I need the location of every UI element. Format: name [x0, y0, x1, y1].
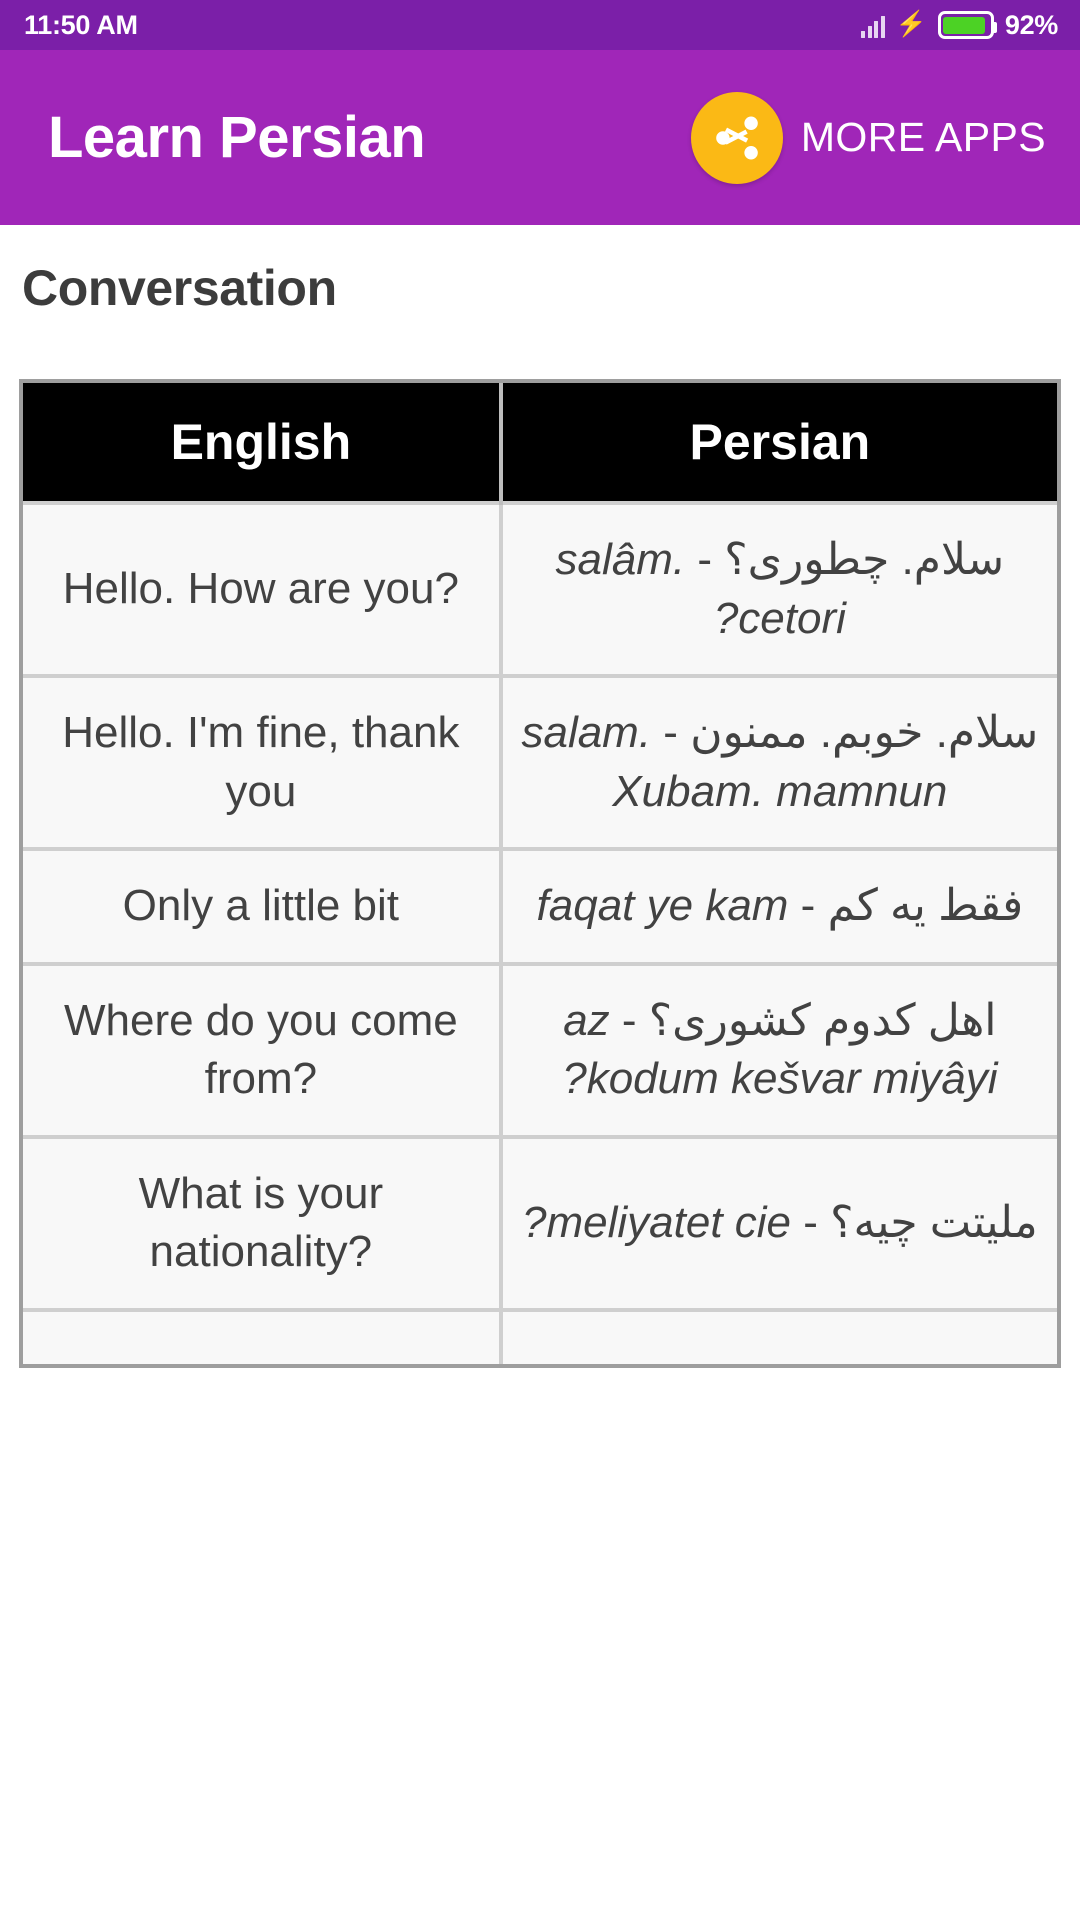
persian-script: اهل کدوم کشوری؟ — [648, 995, 997, 1045]
column-header-english: English — [23, 383, 503, 503]
signal-bars-icon — [861, 13, 885, 38]
persian-separator: - — [791, 1197, 818, 1247]
persian-script: ملیتت چیه؟ — [830, 1197, 1038, 1247]
cell-persian: اهل کدوم کشوری؟ - az kodum kešvar miyâyi… — [500, 961, 1057, 1137]
persian-separator: - — [609, 995, 637, 1045]
persian-separator: - — [685, 535, 713, 584]
table-row[interactable]: Where do you come from? اهل کدوم کشوری؟ … — [23, 961, 1057, 1137]
persian-script: سلام. خوبم. ممنون — [690, 708, 1039, 758]
app-title: Learn Persian — [48, 105, 426, 170]
persian-script: فقط یه کم — [827, 881, 1024, 931]
vocab-table-container[interactable]: English Persian Hello. How are you? سلام… — [19, 379, 1061, 1368]
cell-english — [23, 1307, 503, 1364]
main-content: Conversation English Persian Hello. How … — [0, 225, 1080, 1368]
more-apps-button[interactable]: MORE APPS — [801, 114, 1054, 161]
page-title: Conversation — [22, 260, 337, 316]
status-bar-indicators: ⚡ 92% — [861, 10, 1058, 41]
cell-english: Only a little bit — [23, 847, 503, 964]
table-row-partial[interactable] — [23, 1307, 1057, 1364]
cell-english: Hello. How are you? — [23, 500, 503, 677]
status-bar-clock: 11:50 AM — [24, 9, 138, 40]
app-bar-actions: MORE APPS — [690, 91, 1054, 184]
persian-separator: - — [788, 881, 816, 931]
persian-transliteration: faqat ye kam — [536, 881, 789, 931]
table-row[interactable]: Hello. I'm fine, thank you سلام. خوبم. م… — [23, 674, 1057, 850]
cell-persian — [500, 1307, 1057, 1364]
battery-icon — [937, 11, 997, 39]
cell-english: What is your nationality? — [23, 1134, 503, 1310]
table-header-row: English Persian — [23, 383, 1057, 503]
persian-transliteration: meliyatet cie? — [522, 1197, 792, 1247]
table-row[interactable]: Only a little bit فقط یه کم - faqat ye k… — [23, 847, 1057, 964]
charging-bolt-icon: ⚡ — [895, 9, 927, 38]
persian-script: سلام. چطوری؟ — [724, 535, 1005, 584]
table-header: English Persian — [23, 383, 1057, 503]
battery-percent-label: 92% — [1004, 9, 1058, 40]
status-bar: 11:50 AM ⚡ 92% — [0, 0, 1080, 50]
cell-english: Hello. I'm fine, thank you — [23, 674, 503, 850]
cell-persian: فقط یه کم - faqat ye kam — [500, 847, 1057, 964]
cell-persian: سلام. چطوری؟ - salâm. cetori? — [500, 500, 1057, 677]
cell-persian: ملیتت چیه؟ - meliyatet cie? — [500, 1134, 1057, 1310]
table-row[interactable]: Hello. How are you? سلام. چطوری؟ - salâm… — [23, 500, 1057, 677]
column-header-persian: Persian — [500, 383, 1057, 503]
share-button[interactable] — [690, 91, 783, 184]
cell-english: Where do you come from? — [23, 961, 503, 1137]
table-body: Hello. How are you? سلام. چطوری؟ - salâm… — [23, 500, 1057, 1364]
app-bar: Learn Persian MORE APPS — [0, 50, 1080, 225]
viewport-clip — [0, 1395, 1080, 1920]
cell-persian: سلام. خوبم. ممنون - salam. Xubam. mamnun — [500, 674, 1057, 850]
vocab-table: English Persian Hello. How are you? سلام… — [23, 383, 1057, 1364]
share-icon — [716, 116, 758, 159]
table-row[interactable]: What is your nationality? ملیتت چیه؟ - m… — [23, 1134, 1057, 1310]
persian-separator: - — [651, 708, 678, 758]
